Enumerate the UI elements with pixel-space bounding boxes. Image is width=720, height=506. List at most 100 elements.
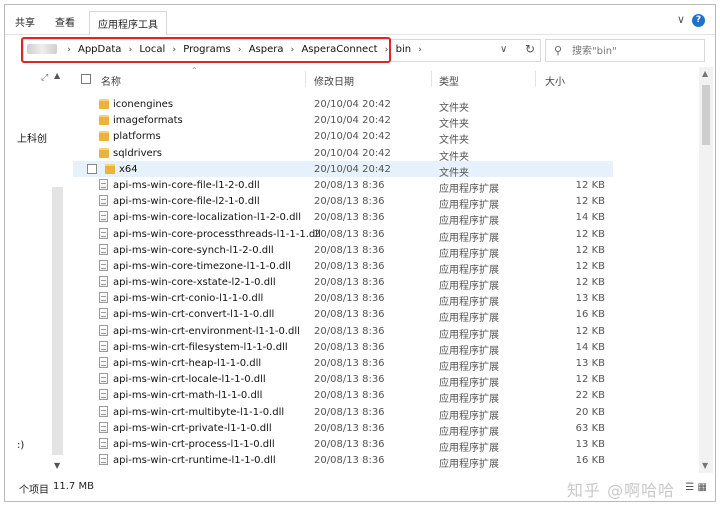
chevron-right-icon[interactable]: › xyxy=(238,45,242,55)
refresh-icon[interactable]: ↻ xyxy=(525,42,535,56)
breadcrumb-appdata[interactable]: AppData xyxy=(78,44,121,55)
file-row[interactable]: api-ms-win-crt-filesystem-l1-1-0.dll 20/0… xyxy=(73,339,613,357)
file-row[interactable]: api-ms-win-crt-private-l1-1-0.dll 20/08/1… xyxy=(73,420,613,438)
file-size: 12 KB xyxy=(575,179,605,191)
file-date: 20/08/13 8:36 xyxy=(314,341,385,353)
file-name: api-ms-win-crt-runtime-l1-1-0.dll xyxy=(113,455,276,467)
pin-icon[interactable]: ⤢ xyxy=(41,73,48,83)
column-header-row: ⌃ 名称 修改日期 类型 大小 xyxy=(73,67,613,89)
search-box[interactable]: ⚲ xyxy=(545,39,705,62)
breadcrumb-aspera[interactable]: Aspera xyxy=(249,44,284,55)
file-name: api-ms-win-crt-conio-l1-1-0.dll xyxy=(113,293,264,305)
dll-file-icon xyxy=(99,259,108,271)
column-divider[interactable] xyxy=(535,71,536,87)
file-row[interactable]: api-ms-win-core-synch-l1-2-0.dll 20/08/13… xyxy=(73,242,613,260)
row-checkbox[interactable] xyxy=(87,163,97,174)
column-date[interactable]: 修改日期 xyxy=(314,73,354,88)
dll-file-icon xyxy=(99,292,108,304)
chevron-right-icon[interactable]: › xyxy=(418,45,422,55)
scroll-down-icon[interactable]: ▼ xyxy=(54,461,60,470)
file-date: 20/10/04 20:42 xyxy=(314,147,391,159)
search-input[interactable] xyxy=(572,44,700,58)
scroll-up-icon[interactable]: ▲ xyxy=(702,69,708,78)
file-date: 20/08/13 8:36 xyxy=(314,260,385,272)
file-row[interactable]: api-ms-win-core-timezone-l1-1-0.dll 20/08… xyxy=(73,258,613,276)
column-divider[interactable] xyxy=(305,71,306,87)
scrollbar-thumb[interactable] xyxy=(702,85,710,145)
file-row[interactable]: api-ms-win-crt-process-l1-1-0.dll 20/08/1… xyxy=(73,436,613,454)
vertical-scrollbar[interactable]: ▲ ▼ xyxy=(699,67,713,473)
item-count: 个项目 xyxy=(19,485,49,496)
folder-icon xyxy=(99,131,109,142)
file-row[interactable]: api-ms-win-core-file-l2-1-0.dll 20/08/13 … xyxy=(73,193,613,211)
dll-file-icon xyxy=(99,308,108,320)
scroll-down-icon[interactable]: ▼ xyxy=(702,461,708,470)
file-date: 20/08/13 8:36 xyxy=(314,293,385,305)
file-row[interactable]: api-ms-win-crt-environment-l1-1-0.dll 20/… xyxy=(73,323,613,341)
file-name: x64 xyxy=(119,163,138,175)
dll-file-icon xyxy=(99,340,108,352)
dll-file-icon xyxy=(99,276,108,288)
file-date: 20/08/13 8:36 xyxy=(314,358,385,369)
chevron-right-icon[interactable]: › xyxy=(385,45,389,55)
scroll-up-icon[interactable]: ▲ xyxy=(54,71,60,80)
folder-row[interactable]: iconengines 20/10/04 20:42 文件夹 xyxy=(73,96,613,114)
watermark-text: 知乎 @啊哈哈 xyxy=(567,481,676,500)
help-icon[interactable]: ? xyxy=(692,14,705,27)
chevron-right-icon[interactable]: › xyxy=(67,45,71,55)
file-size: 13 KB xyxy=(575,438,605,450)
folder-row[interactable]: sqldrivers 20/10/04 20:42 文件夹 xyxy=(73,145,613,163)
tab-view[interactable]: 查看 xyxy=(55,14,75,29)
file-name: api-ms-win-core-localization-l1-2-0.dll xyxy=(113,212,301,224)
breadcrumb-bin[interactable]: bin xyxy=(396,44,411,55)
dll-file-icon xyxy=(99,243,108,255)
file-row[interactable]: api-ms-win-core-file-l1-2-0.dll 20/08/13 … xyxy=(73,177,613,195)
breadcrumb-asperaconnect[interactable]: AsperaConnect xyxy=(301,44,377,55)
file-size: 12 KB xyxy=(575,260,605,272)
file-row[interactable]: api-ms-win-crt-locale-l1-1-0.dll 20/08/13… xyxy=(73,371,613,389)
file-size: 14 KB xyxy=(575,341,605,353)
dll-file-icon xyxy=(99,357,108,368)
file-row[interactable]: api-ms-win-core-processthreads-l1-1-1.dl… xyxy=(73,226,613,244)
breadcrumb-local[interactable]: Local xyxy=(139,44,165,55)
file-size: 13 KB xyxy=(575,293,605,305)
details-view-icon[interactable]: ☰ ▦ xyxy=(685,482,707,493)
column-type[interactable]: 类型 xyxy=(439,73,459,88)
file-row[interactable]: api-ms-win-core-xstate-l2-1-0.dll 20/08/1… xyxy=(73,274,613,292)
file-row[interactable]: api-ms-win-crt-convert-l1-1-0.dll 20/08/1… xyxy=(73,306,613,324)
nav-scrollbar[interactable] xyxy=(52,187,63,455)
file-name: api-ms-win-crt-filesystem-l1-1-0.dll xyxy=(113,341,288,353)
nav-item[interactable]: :) xyxy=(17,440,24,451)
file-date: 20/08/13 8:36 xyxy=(314,309,385,321)
breadcrumb-programs[interactable]: Programs xyxy=(183,44,230,55)
file-row[interactable]: api-ms-win-core-localization-l1-2-0.dll 2… xyxy=(73,209,613,227)
file-name: api-ms-win-core-processthreads-l1-1-1.dl… xyxy=(113,228,321,240)
file-size: 20 KB xyxy=(575,406,605,418)
column-name[interactable]: 名称 xyxy=(101,73,121,88)
folder-row[interactable]: imageformats 20/10/04 20:42 文件夹 xyxy=(73,112,613,130)
ribbon-collapse-icon[interactable]: ∨ xyxy=(677,13,685,26)
dll-file-icon xyxy=(99,421,108,433)
file-row[interactable]: api-ms-win-crt-multibyte-l1-1-0.dll 20/08… xyxy=(73,404,613,422)
ribbon-tabs: 共享 查看 应用程序工具 ∨ ? xyxy=(5,5,715,36)
dll-file-icon xyxy=(99,454,108,466)
folder-row[interactable]: x64 20/10/04 20:42 文件夹 xyxy=(73,160,613,179)
file-row[interactable]: api-ms-win-crt-conio-l1-1-0.dll 20/08/13 … xyxy=(73,290,613,308)
nav-item[interactable]: 上科创 xyxy=(17,130,47,145)
chevron-right-icon[interactable]: › xyxy=(291,45,295,55)
file-row[interactable]: api-ms-win-crt-heap-l1-1-0.dll 20/08/13 8… xyxy=(73,355,613,373)
chevron-right-icon[interactable]: › xyxy=(173,45,177,55)
column-divider[interactable] xyxy=(431,71,432,87)
file-row[interactable]: api-ms-win-crt-math-l1-1-0.dll 20/08/13 8… xyxy=(73,387,613,405)
address-history-chevron-icon[interactable]: ∨ xyxy=(500,44,507,55)
select-all-checkbox[interactable] xyxy=(81,74,91,84)
chevron-right-icon[interactable]: › xyxy=(129,45,133,55)
file-date: 20/10/04 20:42 xyxy=(314,115,391,127)
file-date: 20/08/13 8:36 xyxy=(314,390,385,402)
tab-share[interactable]: 共享 xyxy=(15,14,35,29)
tab-app-tools[interactable]: 应用程序工具 xyxy=(89,11,167,36)
file-row[interactable]: api-ms-win-crt-runtime-l1-1-0.dll 20/08/1… xyxy=(73,452,613,470)
folder-row[interactable]: platforms 20/10/04 20:42 文件夹 xyxy=(73,128,613,146)
file-date: 20/08/13 8:36 xyxy=(314,325,385,337)
column-size[interactable]: 大小 xyxy=(545,73,565,88)
